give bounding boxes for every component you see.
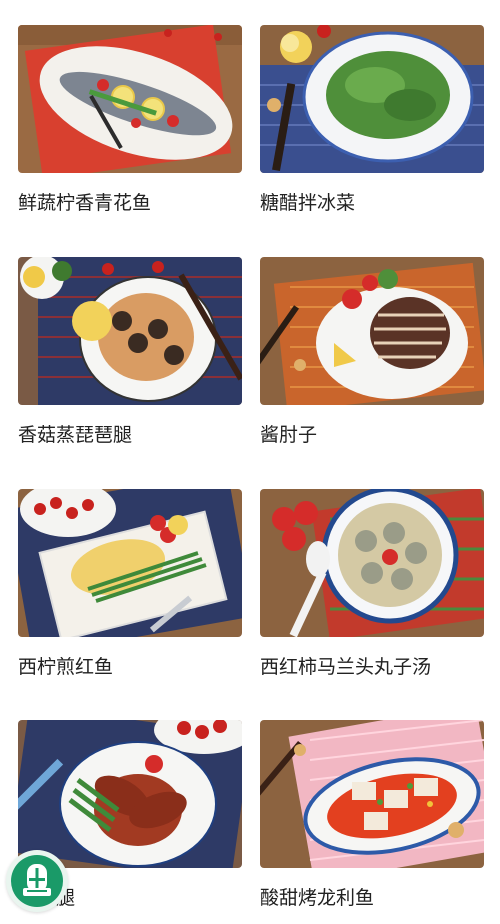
recipe-photo[interactable] xyxy=(18,489,242,637)
recipe-photo[interactable] xyxy=(18,25,242,173)
recipe-title[interactable]: 西红柿马兰头丸子汤 xyxy=(260,654,484,680)
braised-pork-knuckle-photo xyxy=(260,257,484,405)
recipe-photo[interactable] xyxy=(260,257,484,405)
recipe-title[interactable]: 鲜蔬柠香青花鱼 xyxy=(18,190,242,216)
tomato-meatball-soup-photo xyxy=(260,489,484,637)
recipe-title[interactable]: 香菇蒸琵琶腿 xyxy=(18,422,242,448)
recipe-photo[interactable] xyxy=(260,720,484,868)
ice-plant-salad-photo xyxy=(260,25,484,173)
steamed-drumstick-mushroom-photo xyxy=(18,257,242,405)
recipe-title[interactable]: 糖醋拌冰菜 xyxy=(260,190,484,216)
wallet-icon xyxy=(11,855,63,907)
wallet-floating-button[interactable] xyxy=(6,850,68,912)
recipe-photo[interactable] xyxy=(260,489,484,637)
mackerel-with-lemon-photo xyxy=(18,25,242,173)
recipe-photo[interactable] xyxy=(18,720,242,868)
lemon-pan-fried-fish-photo xyxy=(18,489,242,637)
recipe-grid: 鲜蔬柠香青花鱼 糖醋拌冰菜 香菇蒸琵琶腿 酱肘子 西柠煎红鱼 西红柿马兰头丸子汤… xyxy=(0,0,500,924)
braised-drumstick-photo xyxy=(18,720,242,868)
recipe-title[interactable]: 酸甜烤龙利鱼 xyxy=(260,885,484,911)
recipe-title[interactable]: 西柠煎红鱼 xyxy=(18,654,242,680)
recipe-title[interactable]: 酱肘子 xyxy=(260,422,484,448)
sweet-sour-sole-fish-photo xyxy=(260,720,484,868)
recipe-photo[interactable] xyxy=(260,25,484,173)
recipe-photo[interactable] xyxy=(18,257,242,405)
